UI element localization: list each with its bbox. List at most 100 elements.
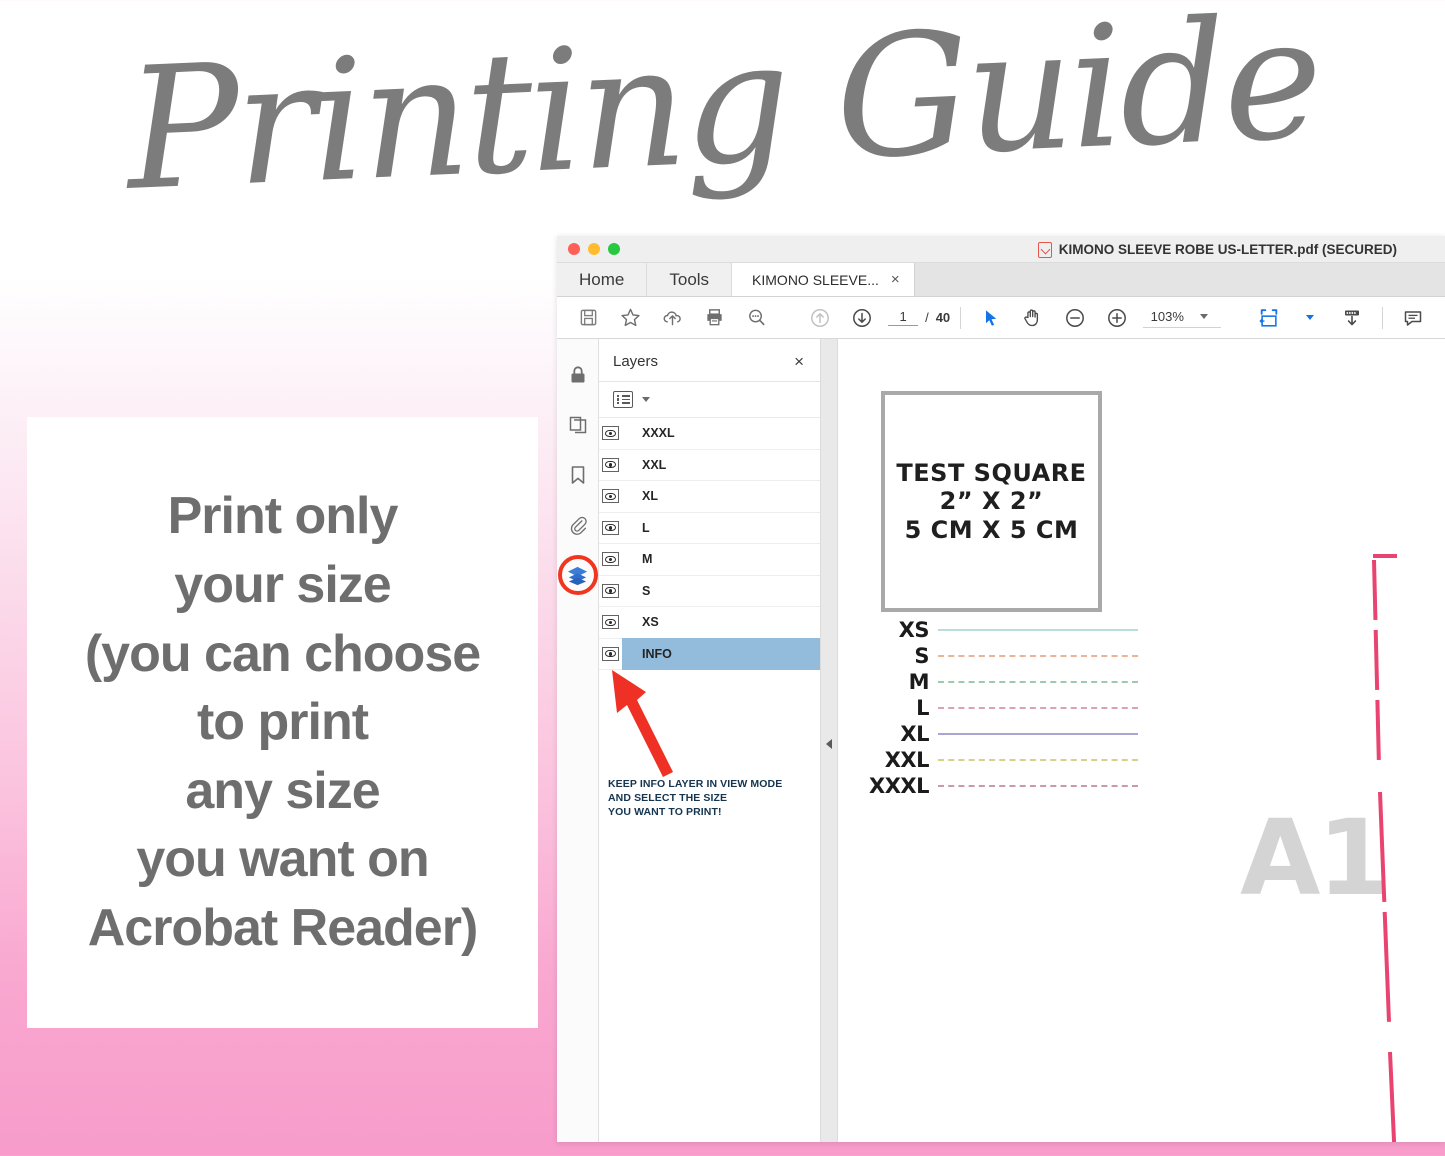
pdf-file-icon	[1037, 241, 1052, 258]
eye-icon[interactable]	[602, 615, 619, 630]
chevron-down-icon-fit[interactable]	[1290, 301, 1330, 335]
panel-collapse-handle[interactable]	[821, 339, 838, 1142]
legend-label: XXL	[884, 748, 930, 772]
legend-label: M	[908, 670, 930, 694]
layer-name: S	[642, 583, 651, 598]
toolbar-divider-2	[1382, 306, 1384, 329]
layers-list: XXXL XXL XL L M S XS INFO	[599, 418, 820, 670]
test-square-line-2: 2” X 2”	[939, 487, 1044, 516]
pdf-page-view[interactable]: TEST SQUARE 2” X 2” 5 CM X 5 CM XS S M L…	[838, 339, 1445, 1142]
legend-row: L	[868, 695, 1138, 721]
document-tab-label: KIMONO SLEEVE...	[752, 271, 879, 288]
legend-row: S	[868, 643, 1138, 669]
document-title: KIMONO SLEEVE ROBE US-LETTER.pdf (SECURE…	[1037, 236, 1397, 263]
close-icon[interactable]: ×	[891, 271, 900, 288]
pages-icon[interactable]	[564, 411, 592, 439]
zoom-level-selector[interactable]: 103%	[1142, 307, 1221, 328]
layers-icon[interactable]	[557, 555, 598, 595]
bookmark-icon[interactable]	[564, 461, 592, 489]
chevron-down-icon[interactable]	[642, 397, 650, 402]
attachment-icon[interactable]	[564, 511, 592, 539]
layer-row[interactable]: L	[599, 513, 820, 544]
list-options-icon[interactable]	[613, 391, 633, 408]
layer-row[interactable]: XS	[599, 607, 820, 639]
previous-page-icon[interactable]	[800, 301, 840, 335]
lock-icon[interactable]	[564, 361, 592, 389]
legend-label: L	[916, 696, 929, 720]
navigation-rail	[557, 339, 599, 1142]
legend-row: XXL	[868, 747, 1138, 773]
layer-name: XXXL	[642, 426, 675, 441]
legend-row: XXXL	[868, 773, 1138, 799]
legend-line	[938, 733, 1138, 735]
print-icon[interactable]	[695, 301, 735, 335]
legend-label: S	[914, 644, 929, 668]
legend-line	[938, 785, 1138, 787]
export-icon[interactable]	[1332, 301, 1372, 335]
page-total: 40	[935, 310, 951, 325]
layer-row[interactable]: XXXL	[599, 418, 820, 450]
eye-icon[interactable]	[602, 646, 619, 661]
next-page-icon[interactable]	[842, 301, 882, 335]
layers-options-row[interactable]	[599, 382, 820, 418]
eye-icon[interactable]	[602, 583, 619, 598]
legend-row: M	[868, 669, 1138, 695]
fit-page-icon[interactable]	[1249, 301, 1289, 335]
save-icon[interactable]	[569, 301, 609, 335]
layer-row[interactable]: S	[599, 576, 820, 607]
maximize-window-button[interactable]	[608, 243, 620, 255]
legend-line	[938, 681, 1138, 683]
layer-name: XXL	[642, 457, 667, 472]
page-navigator[interactable]: 1 / 40	[888, 309, 950, 326]
zoom-in-icon[interactable]	[1097, 301, 1137, 335]
page-number-input[interactable]: 1	[888, 309, 919, 326]
size-legend: XS S M L XL XXL XXXL	[868, 617, 1138, 799]
layer-name: L	[642, 520, 650, 535]
comment-icon[interactable]	[1393, 301, 1433, 335]
hand-icon[interactable]	[1013, 301, 1053, 335]
star-icon[interactable]	[611, 301, 651, 335]
layer-name: INFO	[642, 646, 672, 661]
highlight-ring	[557, 555, 598, 595]
layers-panel-title: Layers	[613, 353, 659, 370]
zoom-out-icon[interactable]	[1055, 301, 1095, 335]
legend-line	[938, 655, 1138, 657]
collapse-left-icon[interactable]	[826, 739, 832, 749]
search-icon[interactable]	[737, 301, 777, 335]
legend-label: XL	[900, 722, 929, 746]
legend-line	[938, 759, 1138, 761]
layer-row[interactable]: M	[599, 544, 820, 576]
upload-cloud-icon[interactable]	[653, 301, 693, 335]
close-icon[interactable]: ×	[794, 353, 804, 370]
menu-home[interactable]: Home	[557, 263, 648, 296]
chevron-down-icon[interactable]	[1199, 314, 1208, 319]
annotation-arrow-icon	[612, 670, 673, 777]
close-window-button[interactable]	[568, 243, 580, 255]
eye-icon[interactable]	[602, 489, 619, 504]
main-toolbar: 1 / 40 103%	[557, 297, 1445, 339]
eye-icon[interactable]	[602, 457, 619, 472]
info-card: Print only your size (you can choose to …	[27, 417, 538, 1028]
menu-tools[interactable]: Tools	[647, 263, 733, 296]
layers-annotation: KEEP INFO LAYER IN VIEW MODE AND SELECT …	[599, 670, 820, 1142]
legend-line	[938, 707, 1138, 709]
eye-icon[interactable]	[602, 426, 619, 441]
document-tab[interactable]: KIMONO SLEEVE... ×	[732, 263, 915, 296]
toolbar-divider	[960, 306, 962, 329]
legend-row: XL	[868, 721, 1138, 747]
acrobat-reader-window: KIMONO SLEEVE ROBE US-LETTER.pdf (SECURE…	[557, 236, 1445, 1142]
legend-label: XS	[898, 618, 930, 642]
layer-row[interactable]: XXL	[599, 450, 820, 481]
layer-row[interactable]: XL	[599, 481, 820, 513]
page-title: Printing Guide	[122, 0, 1323, 228]
legend-row: XS	[868, 617, 1138, 643]
test-square-line-1: TEST SQUARE	[896, 459, 1087, 488]
page-watermark: A1	[1240, 797, 1390, 919]
legend-label: XXXL	[869, 774, 929, 798]
pattern-piece-line	[1372, 554, 1397, 1142]
eye-icon[interactable]	[602, 520, 619, 535]
select-icon[interactable]	[971, 301, 1011, 335]
eye-icon[interactable]	[602, 552, 619, 567]
page-separator: /	[925, 310, 929, 325]
minimize-window-button[interactable]	[588, 243, 600, 255]
